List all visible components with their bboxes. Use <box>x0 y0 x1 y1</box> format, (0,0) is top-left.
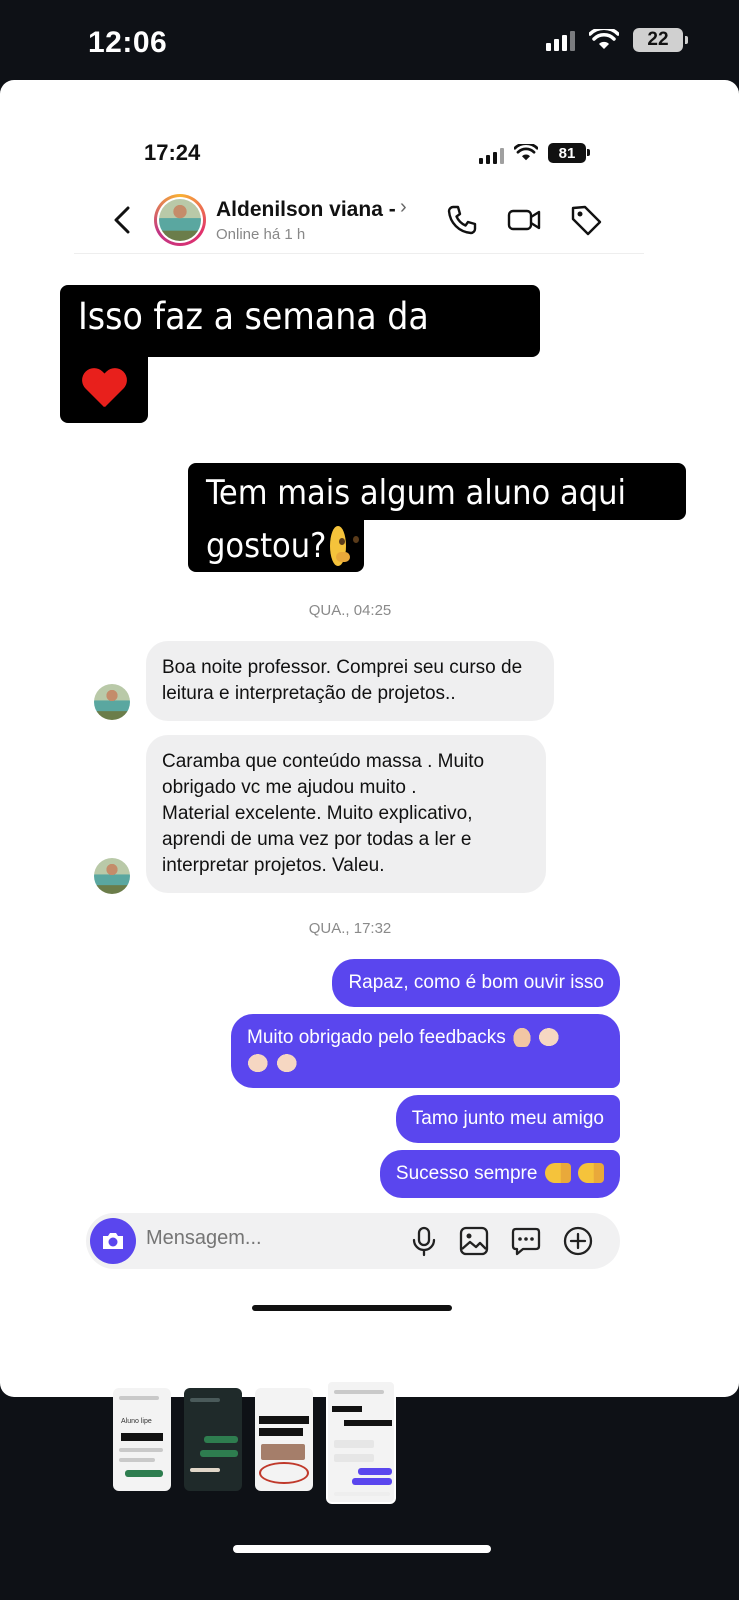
device-status-icons: 22 <box>546 28 688 52</box>
red-heart-icon <box>81 369 127 411</box>
cellular-signal-icon <box>546 29 575 51</box>
cellular-signal-icon <box>479 142 504 164</box>
sender-avatar <box>94 858 130 894</box>
back-arrow-icon[interactable] <box>108 202 136 238</box>
story-thumbnail[interactable]: Aluno lipe <box>113 1388 171 1491</box>
point-left-icon <box>544 1163 571 1183</box>
sticker-chat-icon[interactable] <box>510 1225 542 1257</box>
microphone-icon[interactable] <box>408 1225 440 1257</box>
camera-icon <box>103 1233 123 1249</box>
outgoing-message[interactable]: Sucesso sempre <box>379 1150 620 1198</box>
battery-icon: 81 <box>548 143 590 163</box>
clap-icon <box>538 1025 563 1047</box>
story-caption-question-line-1: Tem mais algum aluno aqui que fez e <box>188 463 686 573</box>
message-timestamp: QUA., 04:25 <box>308 602 392 619</box>
device-home-indicator <box>233 1545 491 1553</box>
chat-header: Aldenilson viana - › Online há 1 h <box>74 188 644 254</box>
story-thumbnail[interactable] <box>184 1388 242 1491</box>
wifi-icon <box>514 144 538 161</box>
story-thumbnail-current[interactable] <box>326 1380 396 1504</box>
sender-avatar <box>94 684 130 720</box>
thinking-face-icon <box>330 526 350 566</box>
chevron-right-icon[interactable]: › <box>400 196 407 219</box>
camera-button[interactable] <box>90 1218 136 1264</box>
screenshot-clock: 17:24 <box>144 140 201 165</box>
message-input[interactable] <box>146 1227 396 1250</box>
clap-icon <box>276 1051 301 1073</box>
pray-icon <box>511 1025 534 1047</box>
incoming-message[interactable]: Boa noite professor. Comprei seu curso d… <box>146 641 554 721</box>
tag-icon[interactable] <box>568 202 604 238</box>
device-status-bar: 12:06 22 <box>0 0 739 80</box>
incoming-message[interactable]: Caramba que conteúdo massa . Muito obrig… <box>146 735 546 893</box>
story-caption-line-1: Isso faz a semana da gente <box>60 285 540 402</box>
wifi-icon <box>589 29 619 49</box>
contact-name[interactable]: Aldenilson viana - <box>216 198 396 222</box>
story-caption-question-line-2: gostou? <box>188 520 364 572</box>
outgoing-message[interactable]: Muito obrigado pelo feedbacks <box>231 1014 620 1088</box>
point-left-icon <box>578 1163 604 1183</box>
story-thumbnail[interactable] <box>255 1388 313 1491</box>
outgoing-message[interactable]: Rapaz, como é bom ouvir isso <box>332 959 620 1007</box>
plus-icon[interactable] <box>562 1225 594 1257</box>
message-timestamp: QUA., 17:32 <box>308 920 392 937</box>
story-thumbnail-strip: Aluno lipe <box>0 1380 739 1510</box>
gallery-icon[interactable] <box>458 1225 490 1257</box>
clap-icon <box>247 1051 271 1073</box>
screenshot-status-bar: 17:24 81 <box>74 120 644 180</box>
device-clock: 12:06 <box>88 26 168 59</box>
phone-icon[interactable] <box>444 202 480 238</box>
contact-online-status: Online há 1 h <box>216 226 306 243</box>
contact-avatar[interactable] <box>154 194 206 246</box>
screenshot-home-indicator <box>252 1305 452 1311</box>
message-composer <box>86 1213 620 1269</box>
battery-icon: 22 <box>633 28 688 52</box>
video-call-icon[interactable] <box>506 202 542 238</box>
story-caption-emoji <box>60 357 148 423</box>
outgoing-message[interactable]: Tamo junto meu amigo <box>395 1095 620 1143</box>
